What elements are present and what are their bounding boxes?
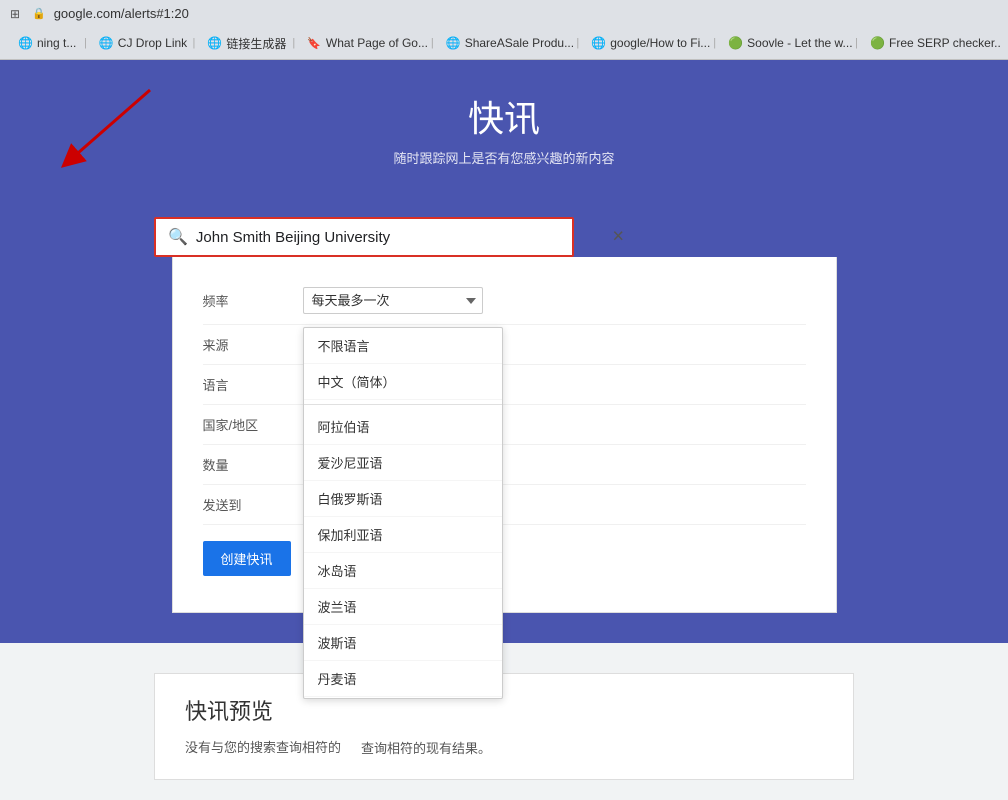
search-box-container: 🔍 John Smith Beijing University ×: [154, 217, 574, 257]
tab-divider-2: |: [190, 37, 197, 49]
tab-item-3[interactable]: 🔖 What Page of Go...: [297, 36, 429, 50]
tab-item-0[interactable]: 🌐 ning t...: [8, 36, 82, 50]
tab-label-5: google/How to Fi...: [610, 36, 710, 50]
quantity-row: 数量: [203, 445, 806, 485]
dropdown-scroll[interactable]: 不限语言 中文（简体） 阿拉伯语 爱沙尼亚语 白俄罗斯语 保加利亚语 冰岛语 波…: [304, 328, 502, 698]
bookmark-icon: 🔖: [307, 37, 321, 50]
preview-section: 快讯预览 没有与您的搜索查询相符的 查询相符的现有结果。: [154, 673, 854, 780]
settings-body: 频率 每天最多一次 来源 语言 不限语言: [203, 277, 806, 592]
lock-icon: 🔒: [32, 7, 46, 20]
dropdown-item-7[interactable]: 波兰语: [304, 589, 502, 625]
sendto-row: 发送到: [203, 485, 806, 525]
tab-icon-2: 🌐: [207, 36, 221, 50]
search-input[interactable]: John Smith Beijing University: [196, 229, 560, 246]
tab-item-5[interactable]: 🌐 google/How to Fi...: [581, 36, 711, 50]
tab-icon-1: 🌐: [99, 36, 113, 50]
tab-item-6[interactable]: 🟢 Soovle - Let the w...: [718, 36, 853, 50]
tab-item-4[interactable]: 🌐 ShareASale Produ...: [436, 36, 575, 50]
source-label: 来源: [203, 335, 283, 354]
preview-no-results-right: 查询相符的现有结果。: [361, 738, 491, 759]
dropdown-item-3[interactable]: 爱沙尼亚语: [304, 445, 502, 481]
dropdown-item-0[interactable]: 不限语言: [304, 328, 502, 364]
tab-label-7: Free SERP checker...: [889, 36, 1000, 50]
tab-bar: 🌐 ning t... | 🌐 CJ Drop Link | 🌐 链接生成器 |…: [0, 27, 1008, 59]
tab-divider-5: |: [574, 37, 581, 49]
tab-icon-4: 🌐: [446, 36, 460, 50]
frequency-row: 频率 每天最多一次: [203, 277, 806, 325]
dropdown-item-8[interactable]: 波斯语: [304, 625, 502, 661]
frequency-select[interactable]: 每天最多一次: [303, 287, 483, 314]
tab-icon-5: 🌐: [591, 36, 605, 50]
language-row: 语言 不限语言 中文（简体） 阿拉伯语 爱沙尼亚语 白俄罗斯语 保加利亚语: [203, 365, 806, 405]
window-icon: ⊞: [10, 7, 24, 21]
tab-icon-0: 🌐: [18, 36, 32, 50]
alerts-header: 快讯 随时跟踪网上是否有您感兴趣的新内容: [0, 60, 1008, 197]
language-label: 语言: [203, 375, 283, 394]
preview-no-results-left: 没有与您的搜索查询相符的: [185, 738, 341, 759]
tab-item-2[interactable]: 🌐 链接生成器: [197, 35, 290, 52]
search-box[interactable]: 🔍 John Smith Beijing University: [154, 217, 574, 257]
browser-chrome: ⊞ 🔒 google.com/alerts#1:20 🌐 ning t... |…: [0, 0, 1008, 60]
action-row: 创建快讯 隐藏选项 ▲: [203, 525, 806, 592]
source-row: 来源: [203, 325, 806, 365]
tab-label-6: Soovle - Let the w...: [747, 36, 852, 50]
tab-label-2: 链接生成器: [226, 35, 286, 52]
region-row: 国家/地区: [203, 405, 806, 445]
settings-panel: 频率 每天最多一次 来源 语言 不限语言: [172, 257, 837, 613]
tab-divider-7: |: [853, 37, 860, 49]
preview-title: 快讯预览: [185, 694, 823, 726]
alerts-subtitle: 随时跟踪网上是否有您感兴趣的新内容: [0, 148, 1008, 167]
url-text: google.com/alerts#1:20: [54, 6, 189, 21]
tab-divider: |: [82, 37, 89, 49]
tab-divider-6: |: [711, 37, 718, 49]
tab-item-7[interactable]: 🟢 Free SERP checker...: [860, 36, 1000, 50]
dropdown-item-10[interactable]: 德语: [304, 697, 502, 698]
create-alert-button[interactable]: 创建快讯: [203, 541, 291, 576]
dropdown-item-2[interactable]: 阿拉伯语: [304, 409, 502, 445]
tab-label-3: What Page of Go...: [326, 36, 428, 50]
tab-icon-6: 🟢: [728, 36, 742, 50]
dropdown-divider: [304, 404, 502, 405]
frequency-label: 频率: [203, 291, 283, 310]
page-wrapper: 快讯 随时跟踪网上是否有您感兴趣的新内容 🔍 John Smith Beijin…: [0, 60, 1008, 800]
tab-label-0: ning t...: [37, 36, 76, 50]
quantity-label: 数量: [203, 455, 283, 474]
dropdown-item-4[interactable]: 白俄罗斯语: [304, 481, 502, 517]
tab-item-1[interactable]: 🌐 CJ Drop Link: [89, 36, 191, 50]
alerts-title: 快讯: [0, 90, 1008, 142]
dropdown-item-1[interactable]: 中文（简体）: [304, 364, 502, 400]
search-icon: 🔍: [168, 227, 188, 247]
search-clear-button[interactable]: ×: [612, 226, 624, 249]
tab-divider-4: |: [429, 37, 436, 49]
dropdown-item-9[interactable]: 丹麦语: [304, 661, 502, 697]
tab-divider-3: |: [290, 37, 297, 49]
dropdown-item-5[interactable]: 保加利亚语: [304, 517, 502, 553]
preview-row: 没有与您的搜索查询相符的 查询相符的现有结果。: [185, 738, 823, 759]
dropdown-item-6[interactable]: 冰岛语: [304, 553, 502, 589]
address-bar: ⊞ 🔒 google.com/alerts#1:20: [0, 0, 1008, 27]
language-dropdown[interactable]: 不限语言 中文（简体） 阿拉伯语 爱沙尼亚语 白俄罗斯语 保加利亚语 冰岛语 波…: [303, 327, 503, 699]
tab-icon-7: 🟢: [870, 36, 884, 50]
tab-label-1: CJ Drop Link: [118, 36, 187, 50]
sendto-label: 发送到: [203, 495, 283, 514]
region-label: 国家/地区: [203, 415, 283, 434]
tab-label-4: ShareASale Produ...: [465, 36, 574, 50]
